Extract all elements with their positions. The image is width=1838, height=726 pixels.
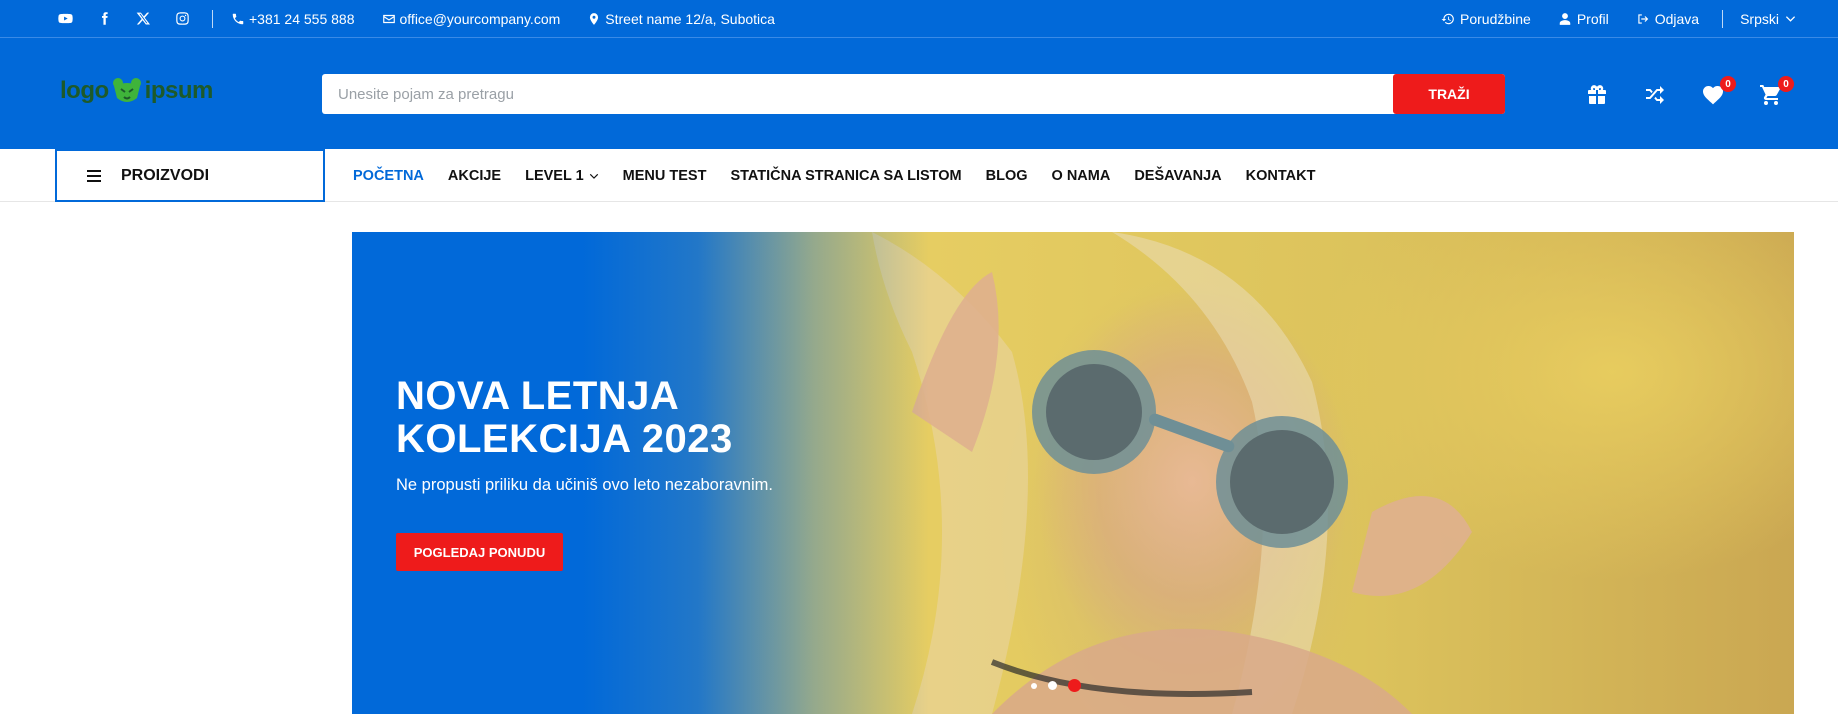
hamburger-menu-icon bbox=[87, 169, 101, 182]
nav-item-level-1[interactable]: LEVEL 1 bbox=[525, 168, 599, 184]
wishlist-count-badge: 0 bbox=[1720, 76, 1736, 92]
search-input[interactable] bbox=[322, 74, 1392, 114]
sign-out-icon bbox=[1638, 13, 1648, 24]
divider bbox=[212, 9, 213, 28]
shuffle-compare-icon[interactable] bbox=[1640, 80, 1670, 110]
phone-icon bbox=[232, 13, 244, 24]
hero-subtitle: Ne propusti priliku da učiniš ovo leto n… bbox=[396, 476, 773, 494]
history-icon bbox=[1441, 13, 1454, 24]
slide-dot-1[interactable] bbox=[1031, 682, 1037, 689]
instagram-icon[interactable] bbox=[173, 10, 191, 28]
profile-label: Profil bbox=[1576, 10, 1609, 27]
user-icon bbox=[1559, 12, 1571, 25]
address-text: Street name 12/a, Subotica bbox=[605, 10, 775, 27]
email-contact[interactable]: office@yourcompany.com bbox=[382, 10, 561, 27]
nav-item-level-1-label: LEVEL 1 bbox=[525, 167, 584, 184]
facebook-icon[interactable] bbox=[95, 10, 113, 28]
nav-item-blog[interactable]: BLOG bbox=[986, 168, 1028, 184]
slider-pagination bbox=[1031, 679, 1081, 692]
gift-icon[interactable] bbox=[1582, 80, 1612, 110]
search-button[interactable]: TRAŽI bbox=[1393, 74, 1505, 114]
top-bar: +381 24 555 888 office@yourcompany.com S… bbox=[0, 0, 1838, 38]
view-offer-button[interactable]: POGLEDAJ PONUDU bbox=[396, 533, 563, 571]
orders-link[interactable]: Porudžbine bbox=[1441, 11, 1531, 27]
nav-item-events[interactable]: DEŠAVANJA bbox=[1134, 168, 1221, 184]
search-bar: TRAŽI bbox=[322, 74, 1505, 114]
site-logo[interactable]: logo ipsum bbox=[60, 76, 213, 106]
nav-item-about[interactable]: O NAMA bbox=[1052, 168, 1111, 184]
logout-link[interactable]: Odjava bbox=[1636, 11, 1699, 27]
youtube-icon[interactable] bbox=[56, 10, 74, 28]
top-bar-right: Porudžbine Profil Odjava Srpski bbox=[1414, 0, 1796, 37]
nav-menu: POČETNA AKCIJE LEVEL 1 MENU TEST STATIČN… bbox=[353, 149, 1339, 202]
divider bbox=[1722, 9, 1724, 28]
products-category-button[interactable]: PROIZVODI bbox=[55, 149, 325, 202]
main-header: logo ipsum TRAŽI 0 0 bbox=[0, 38, 1838, 149]
language-selector[interactable]: Srpski bbox=[1740, 11, 1796, 27]
products-category-label: PROIZVODI bbox=[121, 166, 210, 184]
phone-text: +381 24 555 888 bbox=[249, 10, 355, 27]
hero-title: NOVA LETNJA KOLEKCIJA 2023 bbox=[396, 375, 916, 461]
main-nav: PROIZVODI POČETNA AKCIJE LEVEL 1 MENU TE… bbox=[0, 149, 1838, 202]
bear-logo-icon bbox=[112, 78, 141, 102]
logout-label: Odjava bbox=[1654, 10, 1700, 27]
language-label: Srpski bbox=[1740, 10, 1779, 27]
logo-text-right: ipsum bbox=[144, 77, 214, 104]
nav-item-menu-test[interactable]: MENU TEST bbox=[623, 168, 707, 184]
x-twitter-icon[interactable] bbox=[134, 10, 152, 28]
envelope-icon bbox=[382, 14, 395, 23]
hero-gradient-overlay bbox=[352, 232, 1794, 714]
header-actions: 0 0 bbox=[1582, 76, 1814, 110]
slide-dot-2[interactable] bbox=[1048, 681, 1057, 690]
hero-title-line-2: KOLEKCIJA 2023 bbox=[396, 417, 733, 461]
slide-dot-3-active[interactable] bbox=[1068, 679, 1081, 692]
phone-contact[interactable]: +381 24 555 888 bbox=[231, 11, 355, 27]
location-pin-icon bbox=[590, 12, 599, 25]
email-text: office@yourcompany.com bbox=[399, 10, 561, 27]
hero-title-line-1: NOVA LETNJA bbox=[396, 374, 680, 418]
logo-text-left: logo bbox=[60, 77, 109, 104]
nav-item-contact[interactable]: KONTAKT bbox=[1246, 168, 1316, 184]
cart-icon[interactable]: 0 bbox=[1756, 76, 1794, 110]
top-bar-left: +381 24 555 888 office@yourcompany.com S… bbox=[56, 0, 802, 37]
nav-item-home[interactable]: POČETNA bbox=[353, 168, 424, 184]
nav-item-static-page[interactable]: STATIČNA STRANICA SA LISTOM bbox=[730, 168, 961, 184]
profile-link[interactable]: Profil bbox=[1558, 11, 1609, 27]
wishlist-heart-icon[interactable]: 0 bbox=[1698, 76, 1736, 110]
hero-slider[interactable]: NOVA LETNJA KOLEKCIJA 2023 Ne propusti p… bbox=[352, 232, 1794, 714]
chevron-down-icon bbox=[589, 173, 598, 179]
nav-item-sales[interactable]: AKCIJE bbox=[448, 168, 501, 184]
address-contact: Street name 12/a, Subotica bbox=[587, 11, 775, 27]
chevron-down-icon bbox=[1785, 16, 1796, 22]
orders-label: Porudžbine bbox=[1460, 10, 1531, 27]
cart-count-badge: 0 bbox=[1778, 76, 1794, 92]
